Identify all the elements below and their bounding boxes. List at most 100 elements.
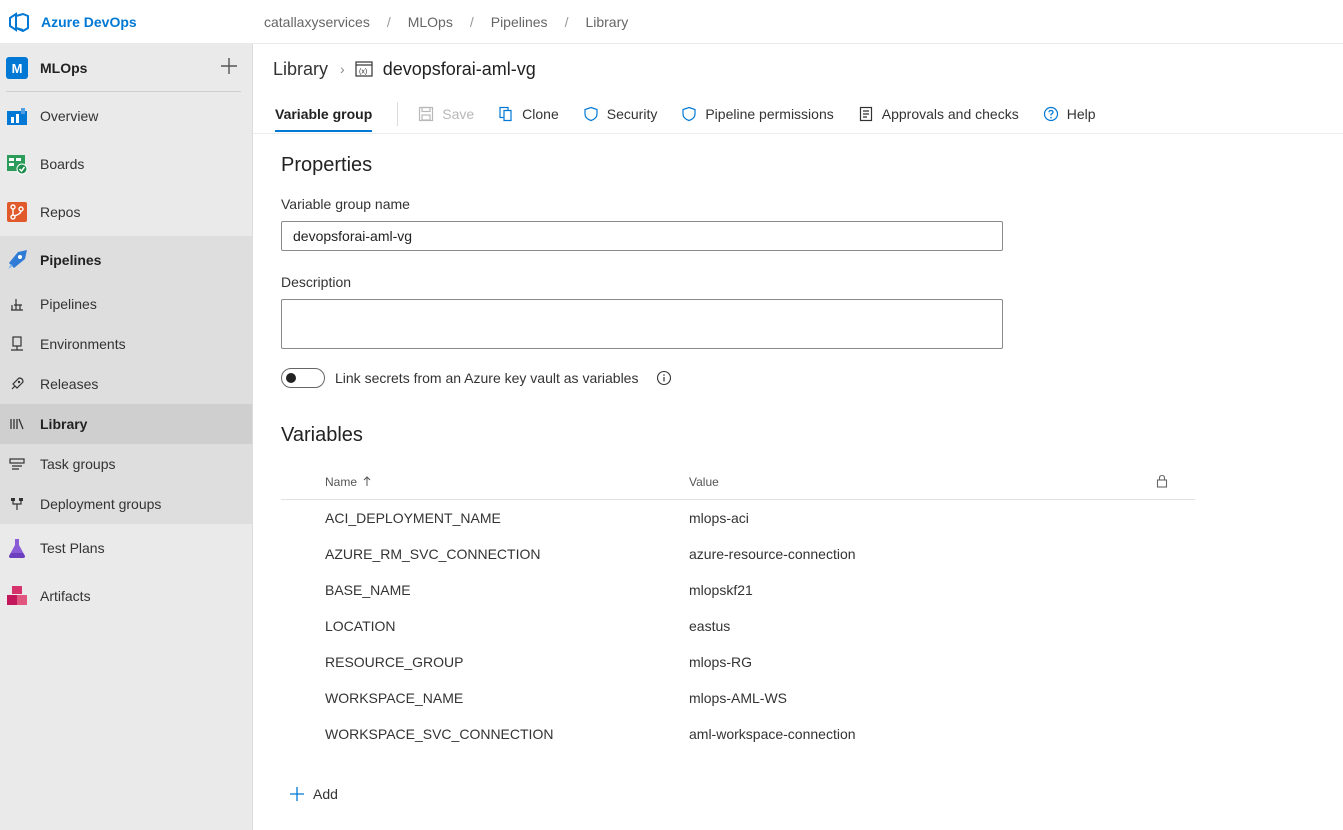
key-vault-toggle-label: Link secrets from an Azure key vault as … — [335, 370, 639, 386]
add-variable-button[interactable]: Add — [289, 786, 338, 802]
sidebar-item-label: Repos — [40, 204, 81, 220]
save-label: Save — [442, 105, 475, 122]
variable-value: eastus — [689, 618, 731, 634]
artifacts-icon — [6, 585, 28, 607]
pipeline-permissions-button[interactable]: Pipeline permissions — [681, 94, 834, 134]
library-link[interactable]: Library — [273, 59, 328, 80]
key-vault-toggle[interactable] — [281, 368, 325, 388]
sidebar-subitem-environments[interactable]: Environments — [0, 324, 252, 364]
clone-icon — [499, 106, 512, 121]
project-name: MLOps — [40, 60, 88, 76]
project-avatar: M — [6, 57, 28, 79]
pipelines-icon — [6, 249, 28, 271]
tab-variable-group[interactable]: Variable group — [275, 94, 373, 134]
pipelines-sub-icon — [8, 295, 26, 313]
top-bar: Azure DevOps catallaxyservices / MLOps /… — [0, 0, 1343, 44]
sidebar-subitem-task-groups[interactable]: Task groups — [0, 444, 252, 484]
breadcrumb-org[interactable]: catallaxyservices — [264, 14, 370, 30]
breadcrumb-separator: / — [564, 13, 569, 30]
variable-name: RESOURCE_GROUP — [325, 654, 464, 670]
shield-icon — [584, 106, 598, 121]
sidebar-subitem-label: Pipelines — [40, 296, 97, 312]
test-plans-icon — [6, 537, 28, 559]
sidebar-item-label: Test Plans — [40, 540, 105, 556]
security-label: Security — [606, 105, 658, 122]
sidebar-item-label: Overview — [40, 108, 99, 124]
pipeline-permissions-label: Pipeline permissions — [705, 105, 834, 122]
sidebar-subitem-deployment-groups[interactable]: Deployment groups — [0, 484, 252, 524]
brand[interactable]: Azure DevOps — [0, 0, 253, 44]
sidebar-subitem-library[interactable]: Library — [0, 404, 252, 444]
sidebar-subitem-label: Task groups — [40, 456, 116, 472]
variables-heading: Variables — [281, 424, 363, 446]
sidebar-item-label: Pipelines — [40, 252, 102, 268]
variable-group-title: devopsforai-aml-vg — [382, 58, 536, 79]
properties-heading: Properties — [281, 154, 373, 176]
clone-label: Clone — [522, 105, 559, 122]
approvals-and-checks-button[interactable]: Approvals and checks — [858, 94, 1019, 134]
toolbar-divider — [397, 101, 399, 126]
security-button[interactable]: Security — [583, 94, 658, 134]
table-row[interactable]: WORKSPACE_NAME mlops-AML-WS — [281, 680, 1195, 716]
plus-icon — [290, 787, 304, 801]
project-header[interactable]: M MLOps — [0, 44, 252, 92]
help-icon — [1043, 106, 1058, 121]
sidebar-item-overview[interactable]: Overview — [0, 92, 252, 140]
sidebar-item-repos[interactable]: Repos — [0, 188, 252, 236]
environments-icon — [8, 335, 26, 353]
sidebar-item-test-plans[interactable]: Test Plans — [0, 524, 252, 572]
releases-icon — [8, 375, 26, 393]
description-input[interactable] — [281, 299, 1003, 349]
table-row[interactable]: BASE_NAME mlopskf21 — [281, 572, 1195, 608]
approvals-label: Approvals and checks — [881, 105, 1019, 122]
breadcrumb-pipelines[interactable]: Pipelines — [491, 14, 548, 30]
info-icon[interactable] — [656, 370, 672, 386]
sidebar-group-pipelines: Pipelines Pipelines Environments Release… — [0, 236, 252, 524]
shield-icon — [682, 106, 696, 121]
sidebar-item-label: Boards — [40, 156, 85, 172]
table-row[interactable]: RESOURCE_GROUP mlops-RG — [281, 644, 1195, 680]
variable-name: BASE_NAME — [325, 582, 411, 598]
column-header-name-label: Name — [325, 474, 358, 489]
sidebar-subitem-label: Library — [40, 416, 88, 432]
add-variable-label: Add — [313, 786, 338, 802]
overview-icon — [6, 105, 28, 127]
variable-group-name-label: Variable group name — [281, 196, 410, 212]
table-row[interactable]: AZURE_RM_SVC_CONNECTION azure-resource-c… — [281, 536, 1195, 572]
sidebar-subitem-label: Releases — [40, 376, 99, 392]
table-row[interactable]: WORKSPACE_SVC_CONNECTION aml-workspace-c… — [281, 716, 1195, 752]
variable-group-name-input[interactable] — [281, 221, 1003, 251]
column-header-name[interactable]: Name — [325, 475, 371, 489]
boards-icon — [6, 153, 28, 175]
description-label: Description — [281, 274, 352, 290]
divider — [6, 91, 241, 92]
breadcrumb-project[interactable]: MLOps — [408, 14, 453, 30]
task-groups-icon — [8, 455, 26, 473]
sidebar: M MLOps Overview Boards Repos Pipelines — [0, 44, 253, 830]
column-header-value[interactable]: Value — [689, 475, 719, 489]
add-icon[interactable] — [220, 57, 238, 75]
azure-devops-logo-icon — [9, 11, 29, 32]
sidebar-subitem-releases[interactable]: Releases — [0, 364, 252, 404]
variable-name: ACI_DEPLOYMENT_NAME — [325, 510, 501, 526]
help-button[interactable]: Help — [1043, 94, 1096, 134]
variable-value: aml-workspace-connection — [689, 726, 856, 742]
variable-name: WORKSPACE_SVC_CONNECTION — [325, 726, 554, 742]
lock-icon — [1156, 474, 1168, 488]
variable-value: mlopskf21 — [689, 582, 753, 598]
save-button[interactable]: Save — [418, 94, 474, 134]
help-label: Help — [1066, 105, 1096, 122]
table-row[interactable]: LOCATION eastus — [281, 608, 1195, 644]
library-icon — [8, 415, 26, 433]
breadcrumb-separator: / — [469, 13, 474, 30]
variable-value: mlops-RG — [689, 654, 753, 670]
save-icon — [419, 106, 434, 121]
sidebar-item-boards[interactable]: Boards — [0, 140, 252, 188]
clone-button[interactable]: Clone — [498, 94, 559, 134]
breadcrumb-library[interactable]: Library — [585, 14, 628, 30]
chevron-right-icon: › — [340, 61, 345, 77]
sidebar-item-artifacts[interactable]: Artifacts — [0, 572, 252, 620]
table-row[interactable]: ACI_DEPLOYMENT_NAME mlops-aci — [281, 500, 1195, 536]
sidebar-subitem-pipelines[interactable]: Pipelines — [0, 284, 252, 324]
sidebar-item-pipelines[interactable]: Pipelines — [0, 236, 252, 284]
